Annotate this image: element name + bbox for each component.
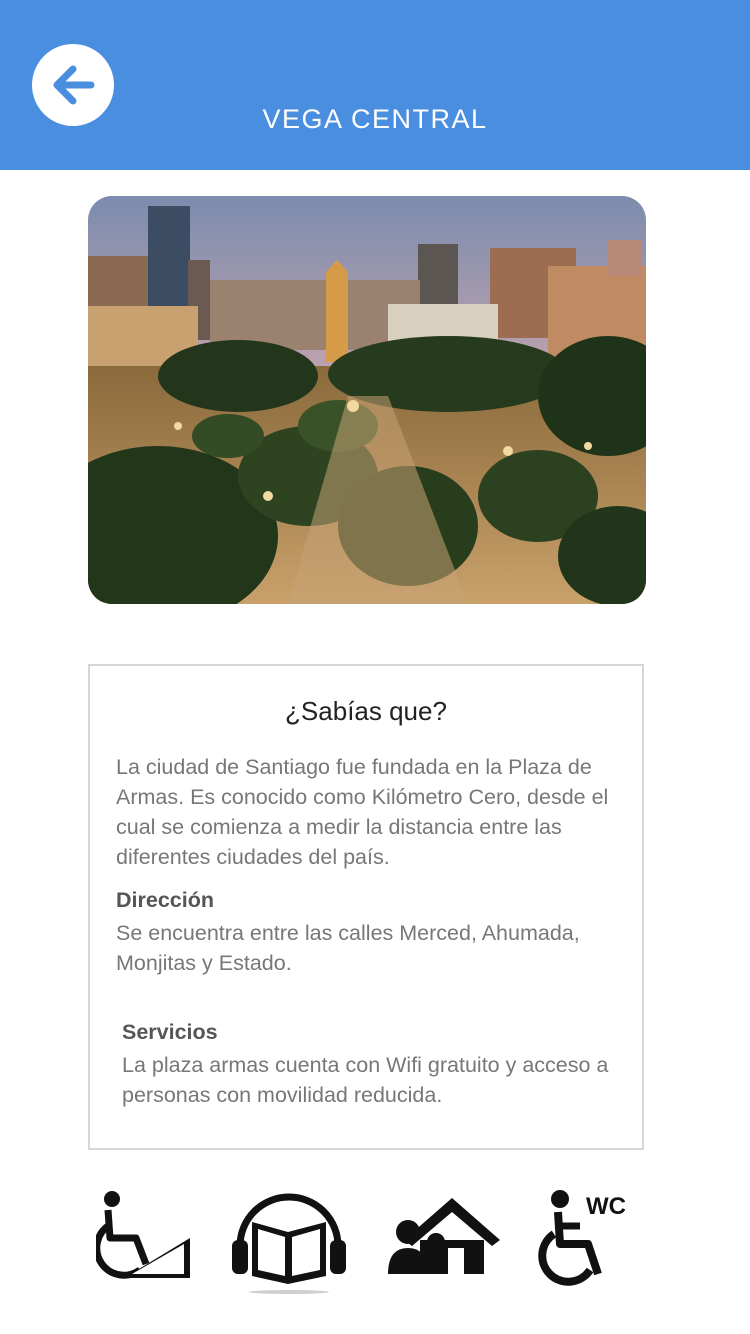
audio-guide-icon[interactable] (230, 1182, 348, 1294)
accessible-wc-icon[interactable]: WC (536, 1188, 636, 1286)
wheelchair-ramp-icon[interactable] (96, 1190, 192, 1282)
services-icons-bar: WC (0, 1166, 750, 1316)
wc-label: WC (586, 1193, 626, 1220)
address-heading: Dirección (116, 888, 214, 912)
info-title: ¿Sabías que? (285, 696, 447, 726)
services-text: La plaza armas cuenta con Wifi gratuito … (122, 1053, 609, 1107)
address-text: Se encuentra entre las calles Merced, Ah… (116, 921, 580, 975)
place-photo (88, 196, 646, 604)
services-heading: Servicios (122, 1020, 218, 1044)
page-title: VEGA CENTRAL (262, 104, 488, 134)
info-description: La ciudad de Santiago fue fundada en la … (116, 755, 609, 869)
family-home-icon[interactable] (386, 1196, 502, 1276)
app-header: VEGA CENTRAL (0, 0, 750, 170)
info-card: ¿Sabías que? La ciudad de Santiago fue f… (88, 664, 644, 1150)
